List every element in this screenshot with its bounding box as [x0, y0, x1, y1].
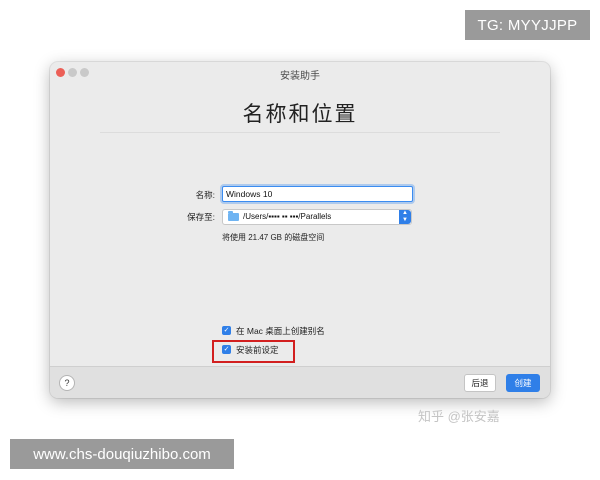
folder-icon [228, 211, 239, 221]
bottom-bar: ? 后退 创建 [50, 366, 550, 398]
disk-space-note: 将使用 21.47 GB 的磁盘空间 [222, 233, 325, 242]
create-alias-label: 在 Mac 桌面上创建别名 [236, 326, 325, 336]
page-title: 名称和位置 [242, 103, 358, 126]
highlight-box [212, 340, 295, 363]
back-button[interactable]: 后退 [464, 374, 496, 392]
name-label: 名称: [195, 190, 215, 200]
divider [100, 132, 500, 133]
help-icon[interactable]: ? [59, 375, 75, 391]
setup-assistant-window: 安装助手 名称和位置 名称: Windows 10 保存至: /Users/▪▪… [50, 62, 550, 398]
tg-badge: TG: MYYJJPP [465, 10, 590, 40]
create-button[interactable]: 创建 [506, 374, 540, 392]
site-banner: www.chs-douqiuzhibo.com [10, 439, 234, 469]
checkmark-icon[interactable]: ✓ [222, 326, 231, 335]
window-title: 安装助手 [280, 71, 320, 82]
name-input[interactable]: Windows 10 [222, 186, 413, 202]
title-bar: 安装助手 [50, 62, 550, 84]
save-path-text: /Users/▪▪▪▪ ▪▪ ▪▪▪/Parallels [243, 212, 332, 221]
watermark: 知乎 @张安嘉 [418, 409, 500, 424]
save-location-select[interactable]: /Users/▪▪▪▪ ▪▪ ▪▪▪/Parallels ▲ ▼ [222, 209, 412, 225]
stepper-icon[interactable]: ▲ ▼ [399, 210, 411, 224]
save-location-label: 保存至: [187, 212, 215, 222]
